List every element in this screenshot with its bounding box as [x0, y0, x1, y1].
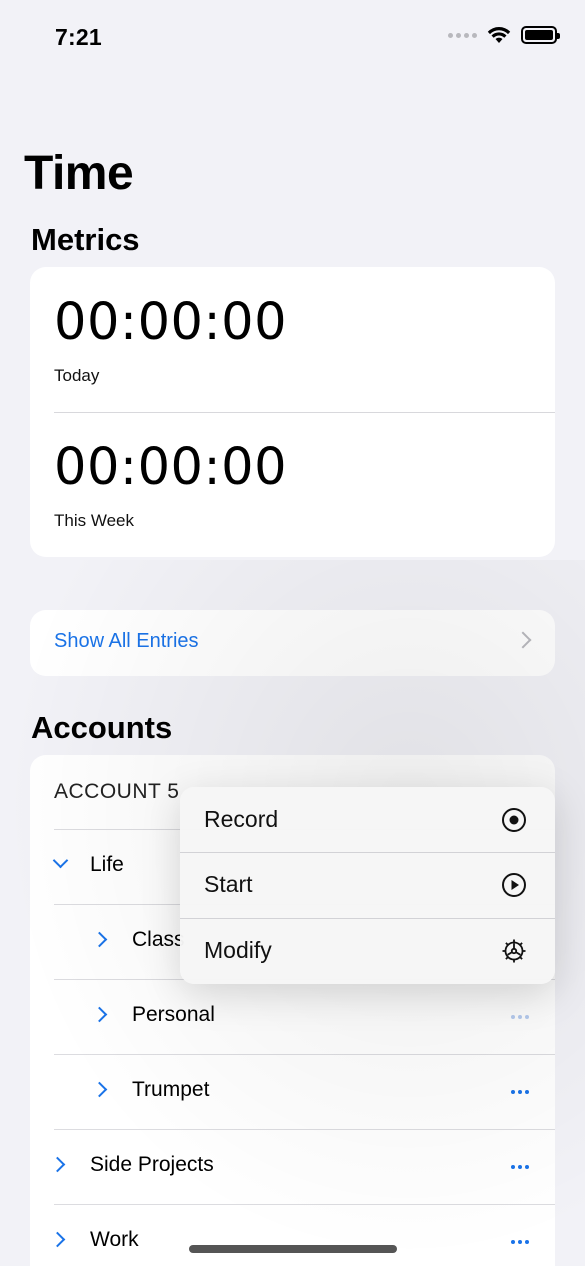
metrics-card: 00:00:00 Today 00:00:00 This Week — [30, 267, 555, 557]
metric-today: 00:00:00 Today — [54, 293, 287, 386]
chevron-right-icon[interactable] — [49, 1156, 66, 1173]
menu-item-start[interactable]: Start — [180, 852, 555, 918]
context-menu: Record Start Modify — [180, 787, 555, 984]
status-time: 7:21 — [55, 24, 102, 50]
row-label: Trumpet — [132, 1078, 210, 1101]
cellular-signal-icon — [448, 32, 477, 38]
row-separator — [54, 1129, 555, 1130]
metric-value: 00:00:00 — [54, 293, 288, 352]
status-icons — [448, 26, 560, 44]
chevron-right-icon[interactable] — [91, 1006, 108, 1023]
chevron-right-icon[interactable] — [91, 1081, 108, 1098]
row-label: Side Projects — [90, 1153, 214, 1176]
page-title: Time — [24, 147, 134, 200]
row-label: Class — [132, 928, 185, 951]
battery-icon — [521, 26, 560, 44]
account-row-side-projects[interactable]: Side Projects — [30, 1129, 555, 1204]
menu-item-modify[interactable]: Modify — [180, 918, 555, 984]
row-label: Work — [90, 1228, 139, 1251]
row-label: Life — [90, 853, 124, 876]
gear-icon — [502, 939, 526, 963]
metrics-section-title: Metrics — [31, 222, 140, 257]
chevron-right-icon[interactable] — [91, 931, 108, 948]
more-options-icon[interactable] — [511, 1015, 529, 1019]
chevron-down-icon[interactable] — [52, 852, 69, 869]
divider — [54, 412, 555, 413]
accounts-section-title: Accounts — [31, 710, 173, 745]
record-circle-icon — [502, 808, 526, 832]
menu-item-label: Start — [204, 871, 253, 897]
account-row-trumpet[interactable]: Trumpet — [30, 1054, 555, 1129]
metric-label: This Week — [54, 511, 134, 530]
play-circle-icon — [502, 873, 526, 897]
more-options-icon[interactable] — [511, 1240, 529, 1244]
menu-item-label: Modify — [204, 937, 272, 963]
chevron-right-icon[interactable] — [49, 1231, 66, 1248]
metric-label: Today — [54, 366, 100, 385]
row-separator — [54, 1204, 555, 1205]
metric-value: 00:00:00 — [54, 438, 288, 497]
chevron-right-icon — [514, 631, 532, 649]
home-indicator[interactable] — [189, 1245, 397, 1253]
menu-item-record[interactable]: Record — [180, 787, 555, 853]
more-options-icon[interactable] — [511, 1090, 529, 1094]
account-row-work[interactable]: Work — [30, 1204, 555, 1266]
menu-item-label: Record — [204, 806, 279, 832]
wifi-icon — [487, 27, 511, 43]
menu-separator — [180, 852, 555, 853]
more-options-icon[interactable] — [511, 1165, 529, 1169]
menu-separator — [180, 918, 555, 919]
show-all-entries-row[interactable]: Show All Entries — [30, 610, 555, 676]
account-row-personal[interactable]: Personal — [30, 979, 555, 1054]
row-separator — [54, 1054, 555, 1055]
account-header: ACCOUNT 5 — [54, 780, 180, 803]
metric-this-week: 00:00:00 This Week — [54, 438, 287, 531]
show-all-entries-link[interactable]: Show All Entries — [54, 630, 199, 653]
row-label: Personal — [132, 1003, 215, 1026]
